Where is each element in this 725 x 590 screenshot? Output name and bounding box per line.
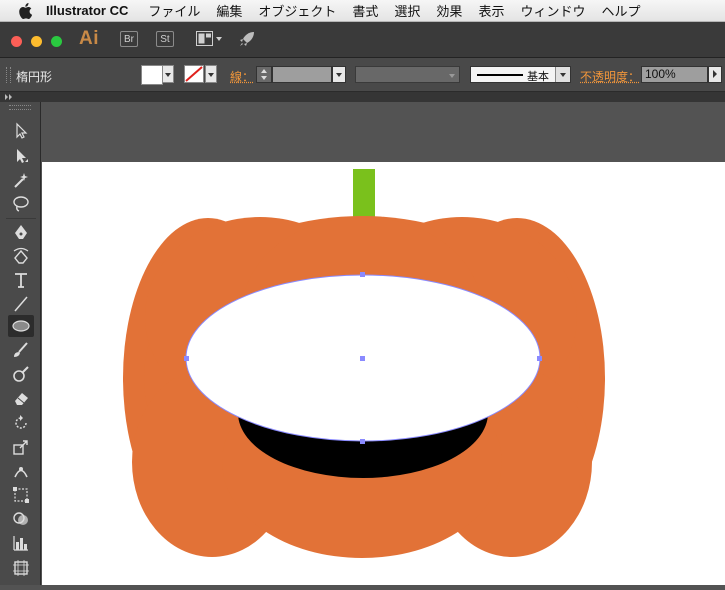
stroke-weight-input[interactable] bbox=[272, 66, 332, 83]
artboard[interactable] bbox=[42, 162, 725, 585]
toolbar-divider bbox=[6, 218, 36, 219]
type-t-icon bbox=[15, 273, 27, 288]
stepper-arrows-icon bbox=[261, 69, 267, 80]
stroke-swatch[interactable] bbox=[184, 65, 204, 83]
chevron-down-icon bbox=[449, 74, 455, 78]
layout-icon bbox=[196, 31, 222, 46]
panel-grip[interactable] bbox=[6, 67, 11, 83]
close-window-button[interactable] bbox=[11, 36, 22, 47]
curvature-pen-icon bbox=[13, 247, 29, 264]
pen-nib-icon bbox=[15, 225, 27, 239]
tools-panel bbox=[0, 102, 41, 585]
bridge-button[interactable]: Br bbox=[120, 31, 138, 47]
stroke-label[interactable]: 線： bbox=[230, 68, 254, 85]
ellipse-icon bbox=[12, 320, 30, 332]
eraser-tool[interactable] bbox=[8, 387, 34, 409]
opacity-label[interactable]: 不透明度： bbox=[580, 68, 640, 85]
application-bar: Ai Br St bbox=[0, 22, 725, 58]
menu-file[interactable]: ファイル bbox=[148, 1, 200, 20]
puppet-warp-tool[interactable] bbox=[8, 460, 34, 482]
fill-swatch[interactable] bbox=[141, 65, 163, 85]
scale-icon bbox=[13, 440, 28, 455]
chevron-down-icon bbox=[336, 73, 342, 77]
opacity-input[interactable]: 100% bbox=[641, 66, 708, 83]
type-tool[interactable] bbox=[8, 269, 34, 291]
magic-wand-icon bbox=[14, 173, 28, 188]
menu-view[interactable]: 表示 bbox=[478, 1, 504, 20]
menu-edit[interactable]: 編集 bbox=[216, 1, 242, 20]
shaper-icon bbox=[13, 366, 29, 382]
ellipse-tool[interactable] bbox=[8, 315, 34, 337]
free-transform-tool[interactable] bbox=[8, 484, 34, 506]
line-tool[interactable] bbox=[8, 293, 34, 315]
menu-effect[interactable]: 効果 bbox=[436, 1, 462, 20]
paintbrush-tool[interactable] bbox=[8, 339, 34, 361]
rotate-tool[interactable] bbox=[8, 412, 34, 434]
collapse-panel-icon[interactable] bbox=[5, 94, 15, 100]
line-segment-icon bbox=[14, 296, 28, 312]
pen-tool[interactable] bbox=[8, 221, 34, 243]
stroke-preset-label: 基本 bbox=[527, 71, 549, 83]
menu-window[interactable]: ウィンドウ bbox=[520, 1, 585, 20]
control-panel: 楕円形 線： 基本 不透明度： 100% bbox=[0, 58, 725, 92]
bar-graph-icon bbox=[13, 536, 28, 551]
stock-button[interactable]: St bbox=[156, 31, 174, 47]
shaper-tool[interactable] bbox=[8, 363, 34, 385]
object-type-label: 楕円形 bbox=[16, 70, 53, 84]
apple-icon[interactable] bbox=[18, 2, 32, 19]
zoom-window-button[interactable] bbox=[51, 36, 62, 47]
scale-tool[interactable] bbox=[8, 436, 34, 458]
direct-selection-tool[interactable] bbox=[8, 145, 34, 167]
opacity-dropdown[interactable] bbox=[708, 66, 722, 83]
magic-wand-tool[interactable] bbox=[8, 169, 34, 191]
pasteboard[interactable] bbox=[42, 102, 725, 162]
shape-builder-icon bbox=[13, 512, 28, 525]
direct-selection-arrow-icon bbox=[17, 149, 28, 163]
gpu-performance-button[interactable] bbox=[238, 30, 256, 53]
illustrator-logo: Ai bbox=[79, 28, 99, 49]
pumpkin-stem[interactable] bbox=[353, 169, 375, 221]
variable-width-profile[interactable] bbox=[355, 66, 460, 83]
paintbrush-icon bbox=[14, 342, 28, 357]
arrange-documents-button[interactable] bbox=[196, 31, 224, 52]
fill-dropdown[interactable] bbox=[162, 65, 174, 83]
brush-definition-dropdown[interactable]: 基本 bbox=[470, 66, 571, 83]
chevron-down-icon bbox=[208, 73, 214, 77]
artboard-tool[interactable] bbox=[8, 557, 34, 579]
stroke-dropdown[interactable] bbox=[205, 65, 217, 83]
menu-type[interactable]: 書式 bbox=[352, 1, 378, 20]
chevron-down-icon bbox=[560, 73, 566, 77]
stroke-weight-dropdown[interactable] bbox=[332, 66, 346, 83]
chevron-right-icon bbox=[713, 70, 717, 78]
artboard-icon bbox=[13, 560, 29, 576]
shape-builder-tool[interactable] bbox=[8, 508, 34, 530]
free-transform-icon bbox=[13, 487, 29, 503]
rotate-icon bbox=[15, 415, 27, 429]
pumpkin-artwork bbox=[123, 169, 605, 558]
lasso-icon bbox=[13, 196, 29, 212]
stroke-weight-stepper[interactable] bbox=[256, 66, 272, 83]
rocket-icon bbox=[240, 32, 254, 46]
menu-help[interactable]: ヘルプ bbox=[601, 1, 640, 20]
opacity-value: 100% bbox=[645, 67, 676, 81]
curvature-tool[interactable] bbox=[8, 245, 34, 267]
macos-menubar: Illustrator CC ファイル 編集 オブジェクト 書式 選択 効果 表… bbox=[0, 0, 725, 22]
puppet-warp-icon bbox=[14, 467, 28, 478]
panel-dock-strip bbox=[0, 92, 725, 102]
menu-object[interactable]: オブジェクト bbox=[258, 1, 336, 20]
stroke-line-preview bbox=[477, 74, 523, 76]
minimize-window-button[interactable] bbox=[31, 36, 42, 47]
menu-app-name[interactable]: Illustrator CC bbox=[46, 3, 128, 18]
selection-tool[interactable] bbox=[8, 120, 34, 142]
eraser-icon bbox=[15, 393, 28, 405]
chevron-down-icon bbox=[165, 73, 171, 77]
selection-arrow-icon bbox=[16, 122, 28, 139]
center-point[interactable] bbox=[360, 356, 365, 361]
lasso-tool[interactable] bbox=[8, 193, 34, 215]
tools-panel-grip[interactable] bbox=[9, 105, 31, 110]
graph-tool[interactable] bbox=[8, 532, 34, 554]
no-stroke-icon bbox=[185, 66, 203, 82]
menu-select[interactable]: 選択 bbox=[394, 1, 420, 20]
